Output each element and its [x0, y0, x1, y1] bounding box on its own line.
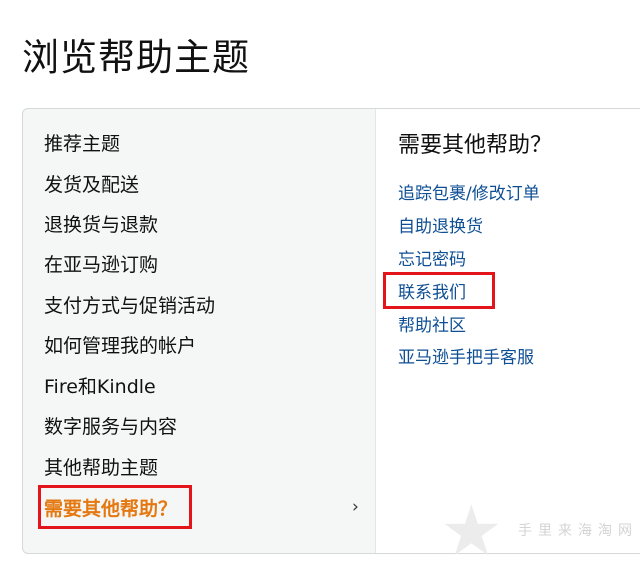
link-self-service-returns[interactable]: 自助退换货	[398, 215, 483, 239]
link-guided-support[interactable]: 亚马逊手把手客服	[398, 346, 534, 370]
link-forgot-password[interactable]: 忘记密码	[398, 248, 466, 272]
highlight-box-nav	[38, 485, 192, 529]
link-track-package[interactable]: 追踪包裹/修改订单	[398, 182, 540, 206]
link-help-community[interactable]: 帮助社区	[398, 314, 466, 338]
nav-item-fire-kindle[interactable]: Fire和Kindle	[44, 374, 156, 400]
nav-item-shipping-delivery[interactable]: 发货及配送	[44, 172, 139, 198]
nav-item-digital-services[interactable]: 数字服务与内容	[44, 414, 177, 440]
more-help-heading: 需要其他帮助？	[398, 133, 553, 158]
nav-item-other-topics[interactable]: 其他帮助主题	[44, 455, 158, 481]
help-topics-nav: 推荐主题 发货及配送 退换货与退款 在亚马逊订购 支付方式与促销活动 如何管理我…	[23, 109, 375, 553]
nav-item-payment-promotions[interactable]: 支付方式与促销活动	[44, 293, 215, 319]
watermark-text: 手里来海淘网	[518, 523, 638, 539]
page-title: 浏览帮助主题	[22, 36, 250, 79]
nav-item-recommended-topics[interactable]: 推荐主题	[44, 131, 120, 157]
nav-item-ordering[interactable]: 在亚马逊订购	[44, 252, 158, 278]
star-icon: ★	[440, 490, 503, 572]
nav-item-manage-account[interactable]: 如何管理我的帐户	[44, 333, 196, 359]
nav-item-returns-refunds[interactable]: 退换货与退款	[44, 212, 158, 238]
chevron-right-icon: ›	[352, 497, 359, 517]
highlight-box-contact	[383, 272, 495, 309]
watermark: ★ 手里来海淘网	[440, 496, 640, 566]
help-topics-panel: 推荐主题 发货及配送 退换货与退款 在亚马逊订购 支付方式与促销活动 如何管理我…	[22, 108, 640, 554]
more-help-pane: 需要其他帮助？ 追踪包裹/修改订单 自助退换货 忘记密码 联系我们 帮助社区 亚…	[375, 109, 640, 553]
